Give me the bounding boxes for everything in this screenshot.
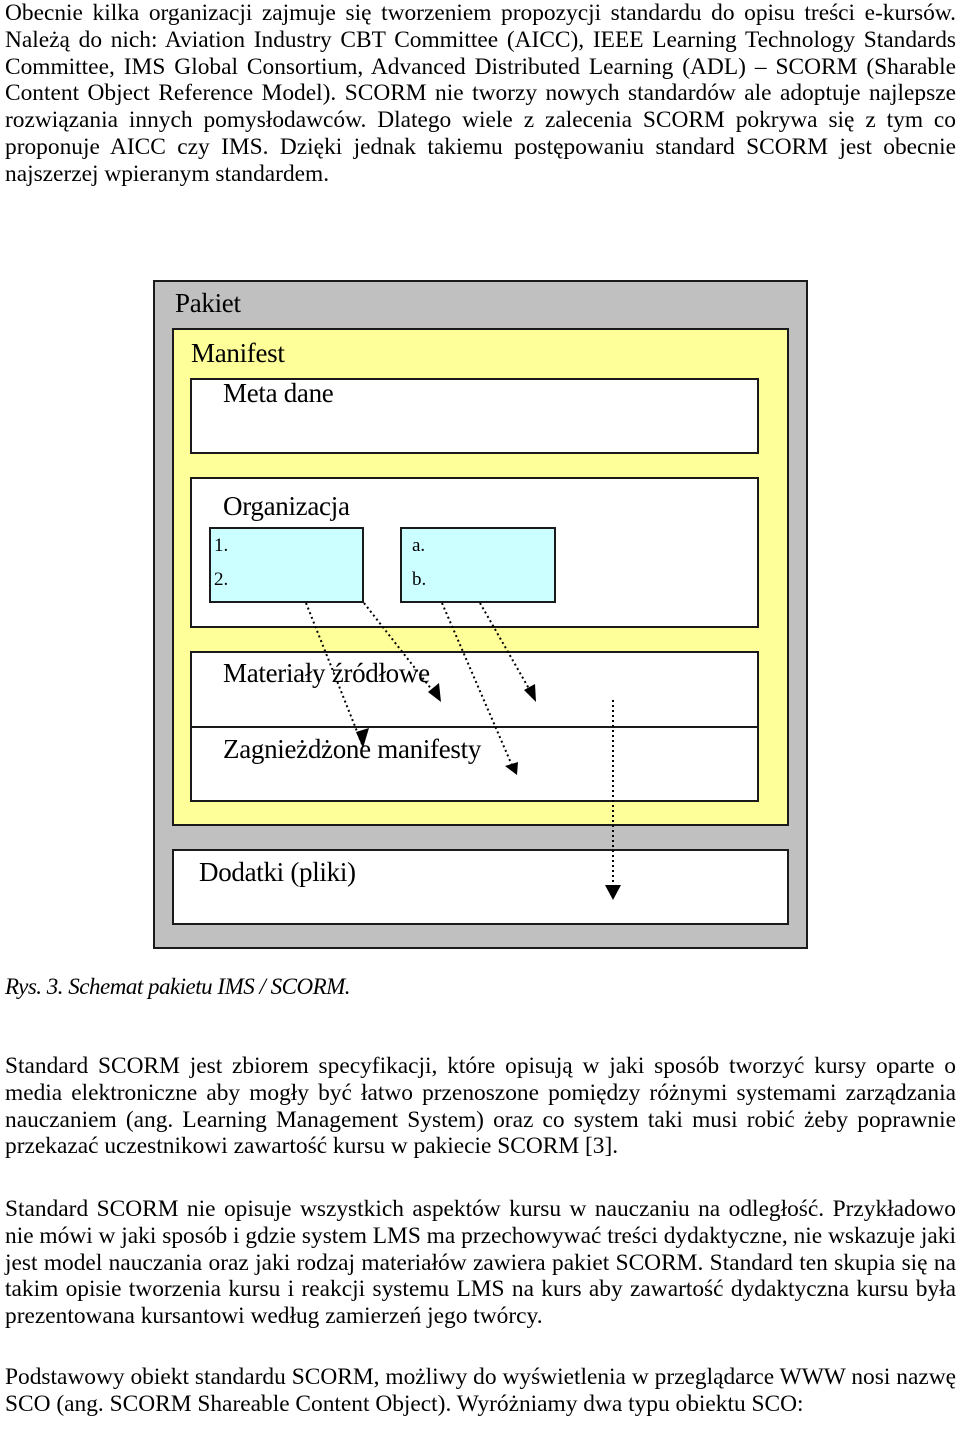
nested-manifests-box: Zagnieżdżone manifesty <box>190 726 759 802</box>
org-item: 1. <box>214 535 229 556</box>
metadata-box: Meta dane <box>190 378 759 454</box>
manifest-label: Manifest <box>191 338 285 368</box>
resources-label: Materiały źródłowe <box>223 658 430 688</box>
scorm-scope-paragraph: Standard SCORM nie opisuje wszystkich as… <box>5 1196 956 1330</box>
resources-box: Materiały źródłowe <box>190 651 759 728</box>
organization-items-numbered: 1. 2. <box>209 527 364 603</box>
organization-items-lettered: a. b. <box>400 527 556 603</box>
org-item: a. <box>412 535 426 556</box>
package-label: Pakiet <box>175 288 241 318</box>
sco-intro-paragraph: Podstawowy obiekt standardu SCORM, możli… <box>5 1364 956 1417</box>
organization-label: Organizacja <box>223 491 350 521</box>
org-item: 2. <box>214 569 229 590</box>
org-item: b. <box>412 569 427 590</box>
nested-manifests-label: Zagnieżdżone manifesty <box>223 734 482 764</box>
intro-paragraph: Obecnie kilka organizacji zajmuje się tw… <box>5 0 956 187</box>
scorm-definition-paragraph: Standard SCORM jest zbiorem specyfikacji… <box>5 1053 956 1160</box>
figure-caption: Rys. 3. Schemat pakietu IMS / SCORM. <box>5 974 351 999</box>
files-label: Dodatki (pliki) <box>199 857 356 887</box>
metadata-label: Meta dane <box>223 378 334 408</box>
files-box: Dodatki (pliki) <box>172 849 789 925</box>
